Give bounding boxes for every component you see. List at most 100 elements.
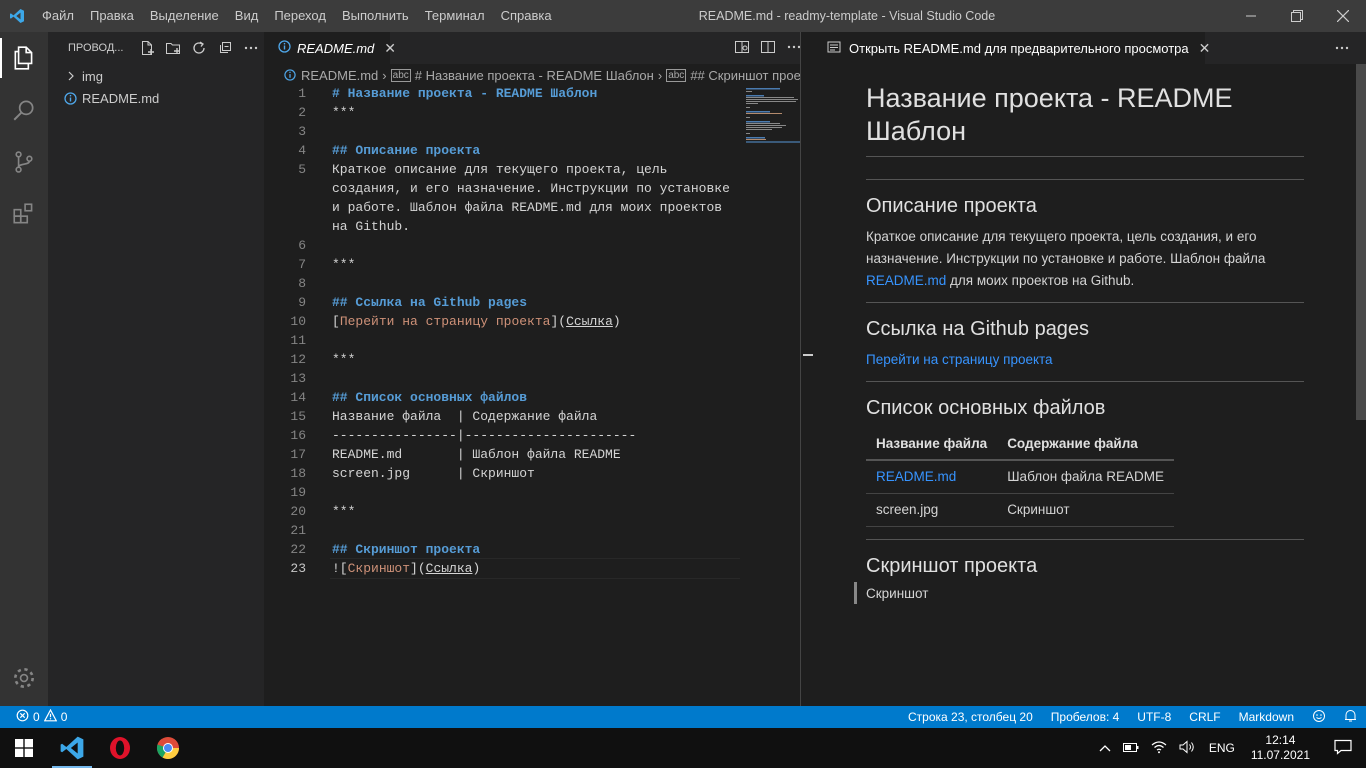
problems-indicator[interactable]: 0 0 bbox=[0, 708, 67, 725]
language-mode[interactable]: Markdown bbox=[1230, 710, 1303, 724]
line-number: 19 bbox=[290, 485, 306, 500]
search-icon[interactable] bbox=[0, 84, 48, 136]
close-tab-icon[interactable]: ✕ bbox=[1199, 40, 1211, 57]
refresh-icon[interactable] bbox=[186, 37, 212, 59]
encoding[interactable]: UTF-8 bbox=[1128, 710, 1180, 724]
menu-run[interactable]: Выполнить bbox=[334, 0, 417, 32]
code-line[interactable]: 17 README.md | Шаблон файла README bbox=[264, 445, 744, 464]
indentation[interactable]: Пробелов: 4 bbox=[1042, 710, 1129, 724]
code-line[interactable]: 5 Краткое описание для текущего проекта, … bbox=[264, 160, 744, 179]
source-control-icon[interactable] bbox=[0, 136, 48, 188]
code-line[interactable]: 16 ----------------|---------------------… bbox=[264, 426, 744, 445]
code-line[interactable]: 21 bbox=[264, 521, 744, 540]
breadcrumb-item[interactable]: # Название проекта - README Шаблон bbox=[415, 68, 654, 83]
line-number: 11 bbox=[290, 333, 306, 348]
editor-scrollbar[interactable] bbox=[801, 32, 815, 706]
menu-go[interactable]: Переход bbox=[266, 0, 334, 32]
tree-folder-img[interactable]: img bbox=[48, 65, 264, 87]
menu-view[interactable]: Вид bbox=[227, 0, 267, 32]
menu-terminal[interactable]: Терминал bbox=[417, 0, 493, 32]
code-line[interactable]: 7 *** bbox=[264, 255, 744, 274]
line-number: 2 bbox=[298, 105, 306, 120]
code-line[interactable]: 2 *** bbox=[264, 103, 744, 122]
breadcrumb-item[interactable]: README.md bbox=[301, 68, 378, 83]
windows-start-icon[interactable] bbox=[0, 728, 48, 768]
battery-icon[interactable] bbox=[1117, 741, 1145, 756]
chrome-taskbar-icon[interactable] bbox=[144, 728, 192, 768]
menu-file[interactable]: Файл bbox=[34, 0, 82, 32]
more-actions-icon[interactable] bbox=[1334, 40, 1350, 59]
restore-button[interactable] bbox=[1274, 0, 1320, 32]
menu-help[interactable]: Справка bbox=[493, 0, 560, 32]
close-window-button[interactable] bbox=[1320, 0, 1366, 32]
menu-bar: Файл Правка Выделение Вид Переход Выполн… bbox=[34, 0, 560, 32]
end-of-line[interactable]: CRLF bbox=[1180, 710, 1229, 724]
input-language[interactable]: ENG bbox=[1201, 741, 1243, 755]
tree-file-readme[interactable]: README.md bbox=[48, 87, 264, 109]
code-line[interactable]: 1 # Название проекта - README Шаблон bbox=[264, 84, 744, 103]
readme-link[interactable]: README.md bbox=[866, 273, 946, 288]
open-preview-icon[interactable] bbox=[734, 39, 750, 58]
notifications-icon[interactable] bbox=[1335, 709, 1366, 726]
wifi-icon[interactable] bbox=[1145, 740, 1173, 757]
new-file-icon[interactable] bbox=[134, 37, 160, 59]
minimize-button[interactable] bbox=[1228, 0, 1274, 32]
menu-edit[interactable]: Правка bbox=[82, 0, 142, 32]
code-line[interactable]: 18 screen.jpg | Скриншот bbox=[264, 464, 744, 483]
code-line[interactable]: 8 bbox=[264, 274, 744, 293]
code-line[interactable]: создания, и его назначение. Инструкции п… bbox=[264, 179, 744, 198]
menu-selection[interactable]: Выделение bbox=[142, 0, 227, 32]
code-text: *** bbox=[332, 352, 356, 367]
split-editor-icon[interactable] bbox=[760, 39, 776, 58]
code-line[interactable]: 6 bbox=[264, 236, 744, 255]
breadcrumb-item[interactable]: ## Скриншот проекта bbox=[690, 68, 814, 83]
error-icon bbox=[16, 709, 29, 725]
collapse-all-icon[interactable] bbox=[212, 37, 238, 59]
line-number: 15 bbox=[290, 409, 306, 424]
code-line[interactable]: 23 ![Скриншот](Ссылка) bbox=[264, 559, 744, 578]
code-line[interactable]: 12 *** bbox=[264, 350, 744, 369]
code-line[interactable]: и работе. Шаблон файла README.md для мои… bbox=[264, 198, 744, 217]
volume-icon[interactable] bbox=[1173, 739, 1201, 757]
code-line[interactable]: 4 ## Описание проекта bbox=[264, 141, 744, 160]
code-line[interactable]: 19 bbox=[264, 483, 744, 502]
code-line[interactable]: 3 bbox=[264, 122, 744, 141]
code-text: *** bbox=[332, 257, 356, 272]
code-line[interactable]: 15 Название файла | Содержание файла bbox=[264, 407, 744, 426]
more-actions-icon[interactable] bbox=[238, 37, 264, 59]
vscode-taskbar-icon[interactable] bbox=[48, 728, 96, 768]
manage-gear-icon[interactable] bbox=[0, 652, 48, 704]
code-line[interactable]: на Github. bbox=[264, 217, 744, 236]
extensions-icon[interactable] bbox=[0, 188, 48, 240]
code-line[interactable]: 9 ## Ссылка на Github pages bbox=[264, 293, 744, 312]
clock[interactable]: 12:14 11.07.2021 bbox=[1243, 733, 1318, 763]
line-number: 10 bbox=[290, 314, 306, 329]
code-line[interactable]: 10 [Перейти на страницу проекта](Ссылка) bbox=[264, 312, 744, 331]
code-text: # Название проекта - README Шаблон bbox=[332, 86, 598, 101]
chevron-up-icon[interactable] bbox=[1093, 741, 1117, 755]
code-line[interactable]: 13 bbox=[264, 369, 744, 388]
close-tab-icon[interactable]: ✕ bbox=[384, 40, 396, 57]
feedback-icon[interactable] bbox=[1303, 709, 1335, 726]
code-line[interactable]: 11 bbox=[264, 331, 744, 350]
tab-preview[interactable]: Открыть README.md для предварительного п… bbox=[815, 32, 1210, 64]
preview-content: Название проекта - README Шаблон Описани… bbox=[854, 82, 1304, 604]
tab-readme[interactable]: README.md ✕ bbox=[264, 32, 396, 64]
line-number: 9 bbox=[298, 295, 306, 310]
table-cell-link[interactable]: README.md bbox=[866, 460, 998, 494]
pages-link[interactable]: Перейти на страницу проекта bbox=[866, 349, 1304, 371]
notification-center-icon[interactable] bbox=[1318, 739, 1366, 758]
code-editor[interactable]: 1 # Название проекта - README Шаблон 2 *** 3… bbox=[264, 86, 814, 684]
opera-taskbar-icon[interactable] bbox=[96, 728, 144, 768]
preview-scrollbar[interactable] bbox=[1356, 64, 1366, 420]
status-bar: 0 0 Строка 23, столбец 20 Пробелов: 4 UT… bbox=[0, 706, 1366, 728]
explorer-icon[interactable] bbox=[0, 32, 48, 84]
code-line[interactable]: 20 *** bbox=[264, 502, 744, 521]
table-header: Название файла bbox=[866, 428, 998, 461]
code-line[interactable]: 14 ## Список основных файлов bbox=[264, 388, 744, 407]
code-line[interactable]: 22 ## Скриншот проекта bbox=[264, 540, 744, 559]
new-folder-icon[interactable] bbox=[160, 37, 186, 59]
cursor-position[interactable]: Строка 23, столбец 20 bbox=[899, 710, 1042, 724]
minimap[interactable] bbox=[746, 86, 802, 166]
warning-icon bbox=[43, 708, 57, 725]
